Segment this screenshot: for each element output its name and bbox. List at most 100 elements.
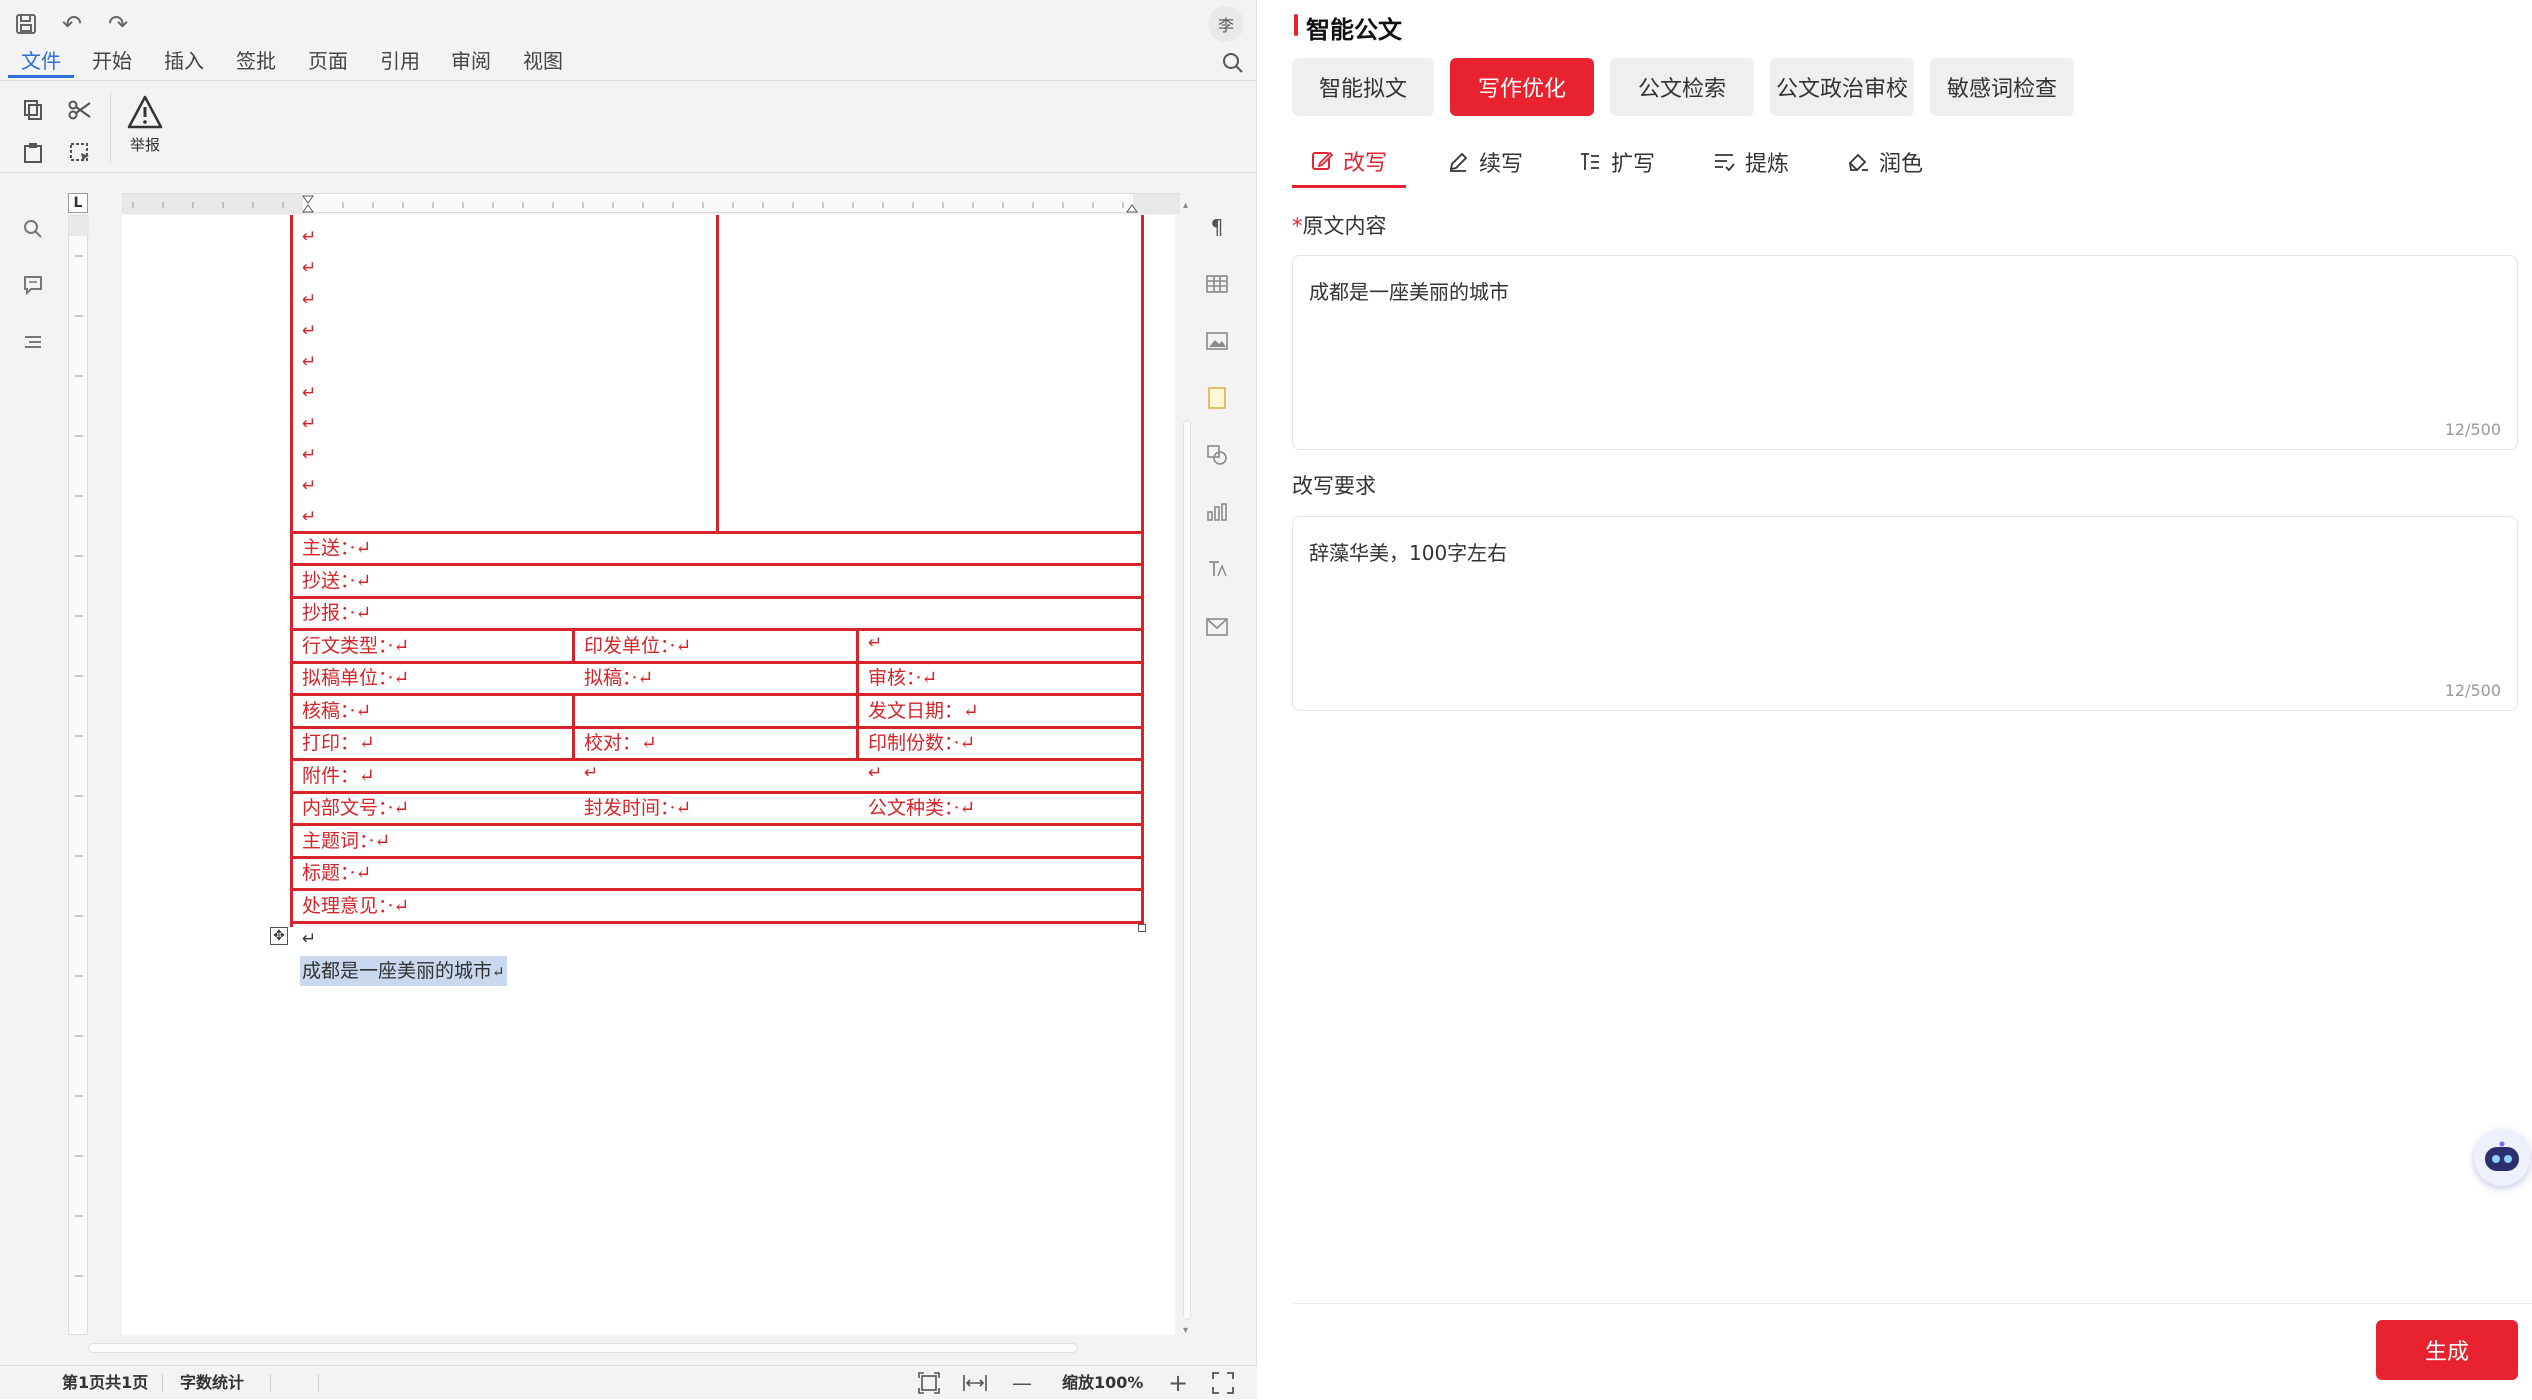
paragraph-mark: ↵ (302, 227, 317, 247)
warning-icon[interactable] (125, 92, 165, 132)
cell-print[interactable]: 打印：↵ (302, 728, 375, 758)
find-icon[interactable] (16, 212, 50, 246)
ai-writing-panel: 智能公文 智能拟文 写作优化 公文检索 公文政治审校 敏感词检查 改写 续写 扩… (1262, 0, 2532, 1399)
save-icon[interactable] (6, 6, 46, 42)
shape-icon[interactable] (1200, 438, 1234, 472)
scroll-up-arrow[interactable]: ▴ (1183, 200, 1191, 211)
zoom-in-icon[interactable]: + (1168, 1366, 1188, 1400)
cell-empty-mark[interactable]: ↵ (868, 763, 882, 783)
cell-drafting-unit[interactable]: 拟稿单位：·↵ (302, 663, 409, 693)
horizontal-scroll-thumb[interactable] (88, 1343, 1078, 1353)
subtab-expand-label: 扩写 (1610, 152, 1655, 177)
table-resize-handle[interactable] (1138, 924, 1146, 932)
paste-icon[interactable] (15, 135, 51, 171)
brush-icon (1848, 153, 1868, 172)
user-initial: 李 (1217, 16, 1234, 35)
cell-doc-kind[interactable]: 公文种类：·↵ (868, 793, 975, 823)
row-report-to[interactable]: 抄报：·↵ (302, 598, 371, 628)
subtab-expand[interactable]: 扩写 (1562, 136, 1672, 188)
table-rule (290, 726, 1144, 729)
fullscreen-icon[interactable] (1212, 1372, 1234, 1394)
menu-tab-insert[interactable]: 插入 (156, 44, 212, 78)
cell-empty-mark[interactable]: ↵ (868, 633, 882, 653)
copy-icon[interactable] (15, 92, 51, 128)
tab-writing-optimize[interactable]: 写作优化 (1450, 58, 1594, 116)
title-accent-bar (1294, 14, 1298, 36)
generate-button[interactable]: 生成 (2376, 1320, 2518, 1380)
page-info[interactable]: 第1页共1页 (62, 1366, 148, 1400)
tab-stop-selector[interactable]: L (68, 193, 88, 213)
cell-attachment[interactable]: 附件：↵ (302, 761, 375, 791)
row-title[interactable]: 标题：·↵ (302, 858, 371, 888)
redo-icon[interactable]: ↷ (98, 6, 138, 42)
search-icon[interactable] (1216, 46, 1250, 80)
subtab-continue[interactable]: 续写 (1430, 136, 1540, 188)
zoom-out-icon[interactable]: — (1012, 1366, 1032, 1400)
outline-icon[interactable] (16, 325, 50, 359)
cell-copies[interactable]: 印制份数：·↵ (868, 728, 975, 758)
menu-tab-page[interactable]: 页面 (300, 44, 356, 78)
row-opinion[interactable]: 处理意见：·↵ (302, 891, 409, 921)
menu-tab-review[interactable]: 审阅 (443, 44, 499, 78)
cell-drafter[interactable]: 拟稿：·↵ (584, 663, 653, 693)
menu-tab-file[interactable]: 文件 (8, 44, 74, 78)
table-icon[interactable] (1200, 267, 1234, 301)
requirement-textarea[interactable]: 辞藻华美，100字左右 12/500 (1292, 516, 2518, 711)
menu-tab-approval[interactable]: 签批 (228, 44, 284, 78)
menu-divider (0, 80, 1257, 81)
cell-issuing-unit[interactable]: 印发单位：·↵ (584, 631, 691, 661)
fit-width-icon[interactable] (962, 1372, 988, 1394)
comment-icon[interactable] (16, 268, 50, 302)
tab-sensitive-words[interactable]: 敏感词检查 (1930, 58, 2074, 116)
select-icon[interactable] (62, 135, 98, 171)
row-subject-words[interactable]: 主题词：·↵ (302, 826, 390, 856)
table-rule (290, 921, 1144, 924)
table-rule (290, 693, 1144, 696)
cell-empty-mark[interactable]: ↵ (584, 763, 598, 783)
menu-tab-home[interactable]: 开始 (84, 44, 140, 78)
text-art-icon[interactable] (1200, 552, 1234, 586)
horizontal-ruler[interactable] (122, 193, 1181, 214)
undo-icon[interactable]: ↶ (52, 6, 92, 42)
cell-reviewer[interactable]: 审核：·↵ (868, 663, 937, 693)
vertical-ruler[interactable] (68, 215, 89, 1335)
document-page[interactable]: ↵ ↵ ↵ ↵ ↵ ↵ ↵ ↵ ↵ ↵ 主送：·↵ 抄送：·↵ 抄报：·↵ 行文… (122, 215, 1175, 1335)
tab-smart-draft[interactable]: 智能拟文 (1292, 58, 1434, 116)
scroll-down-arrow[interactable]: ▾ (1183, 1325, 1191, 1336)
report-label[interactable]: 举报 (120, 134, 170, 155)
tab-political-review[interactable]: 公文政治审校 (1770, 58, 1914, 116)
mail-icon[interactable] (1200, 610, 1234, 644)
menu-tab-view[interactable]: 视图 (515, 44, 571, 78)
row-main-to[interactable]: 主送：·↵ (302, 533, 371, 563)
cell-doc-type[interactable]: 行文类型：·↵ (302, 631, 409, 661)
paragraph-mark-icon[interactable]: ¶ (1200, 210, 1234, 244)
table-rule (290, 823, 1144, 826)
subtab-polish[interactable]: 润色 (1830, 136, 1940, 188)
row-cc[interactable]: 抄送：·↵ (302, 566, 371, 596)
cut-icon[interactable] (62, 92, 98, 128)
word-count[interactable]: 字数统计 (180, 1366, 244, 1400)
selected-body-text[interactable]: 成都是一座美丽的城市↵ (300, 956, 507, 986)
tab-doc-search[interactable]: 公文检索 (1610, 58, 1754, 116)
ai-assistant-bot-icon[interactable] (2474, 1130, 2530, 1186)
cell-proofread[interactable]: 校对：↵ (584, 728, 657, 758)
cell-internal-no[interactable]: 内部文号：·↵ (302, 793, 409, 823)
fit-page-icon[interactable] (918, 1372, 940, 1394)
text-box-icon[interactable] (1200, 381, 1234, 415)
subtab-rewrite[interactable]: 改写 (1292, 136, 1406, 188)
menu-tab-reference[interactable]: 引用 (372, 44, 428, 78)
table-move-handle[interactable]: ✥ (270, 927, 288, 945)
cell-issue-date[interactable]: 发文日期：↵ (868, 696, 979, 726)
vertical-scrollbar[interactable]: ▴ ▾ (1180, 190, 1194, 1340)
horizontal-scrollbar[interactable] (68, 1340, 1180, 1356)
image-icon[interactable] (1200, 324, 1234, 358)
original-content-textarea[interactable]: 成都是一座美丽的城市 12/500 (1292, 255, 2518, 450)
paragraph-mark: ↵ (302, 445, 317, 465)
cell-checker[interactable]: 核稿：·↵ (302, 696, 371, 726)
chart-icon[interactable] (1200, 495, 1234, 529)
subtab-refine[interactable]: 提炼 (1696, 136, 1806, 188)
cell-seal-time[interactable]: 封发时间：·↵ (584, 793, 691, 823)
user-avatar[interactable]: 李 (1208, 6, 1244, 42)
zoom-level[interactable]: 缩放100% (1062, 1366, 1143, 1400)
vertical-scroll-thumb[interactable] (1183, 420, 1191, 1320)
